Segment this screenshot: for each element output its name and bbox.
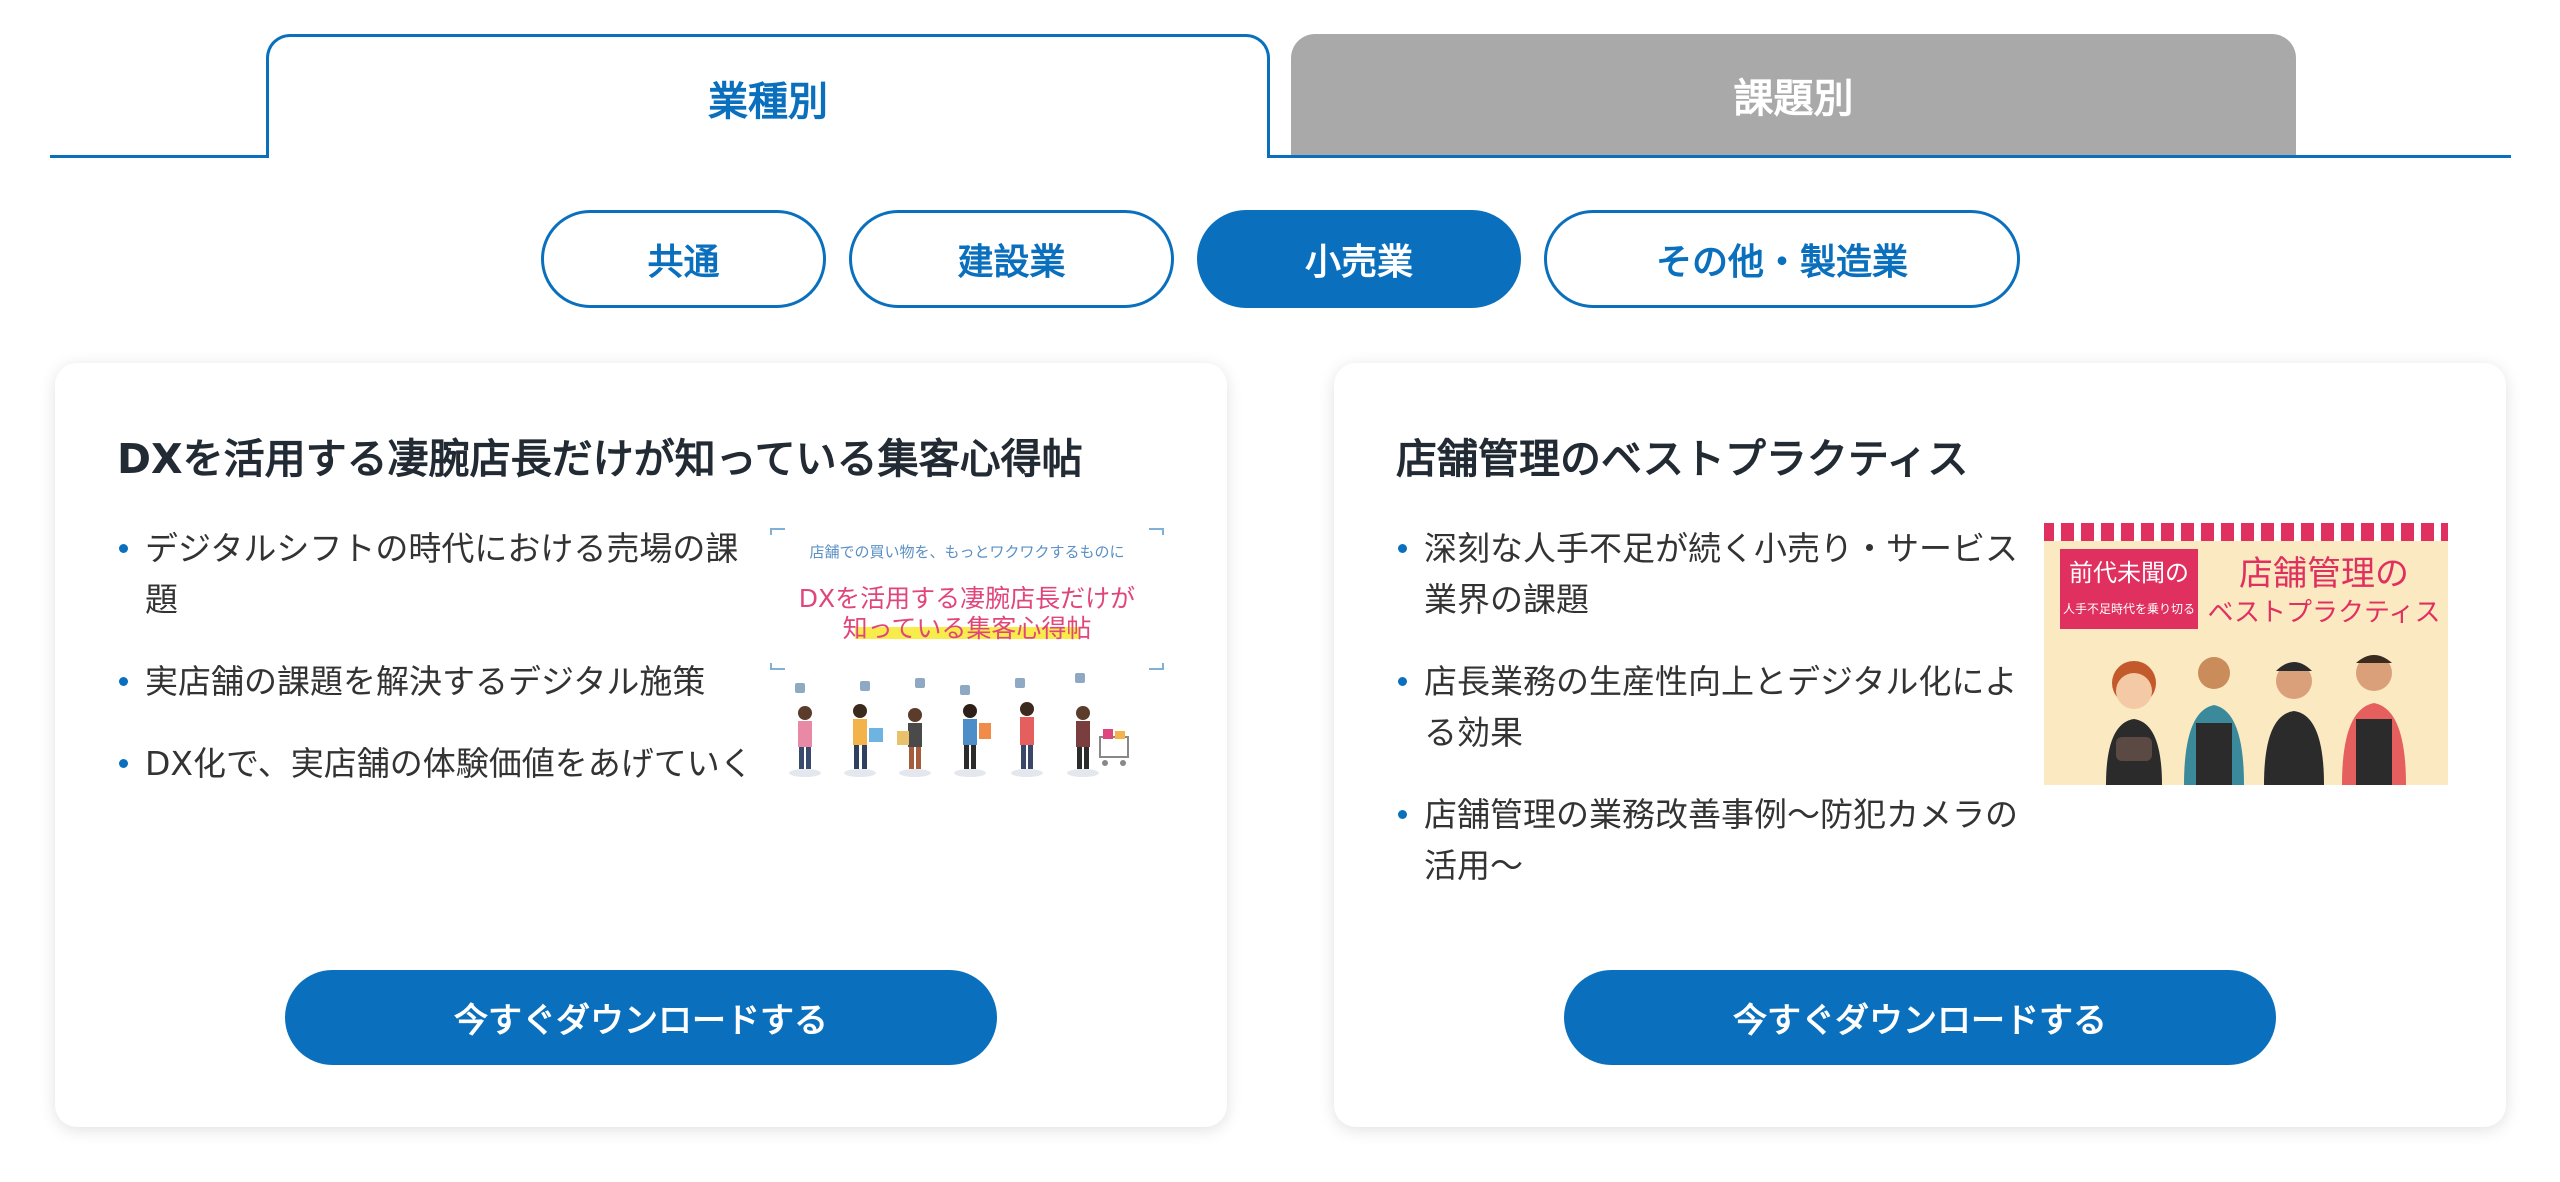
bullet-item: 店長業務の生産性向上とデジタル化による効果 — [1396, 656, 2036, 758]
download-button[interactable]: 今すぐダウンロードする — [285, 970, 997, 1065]
download-button[interactable]: 今すぐダウンロードする — [1564, 970, 2276, 1065]
dx-ebook-thumbnail: 店舗での買い物を、もっとワクワクするものに DXを活用する凄腕店長だけが 知って… — [765, 523, 1169, 785]
card-title: DXを活用する凄腕店長だけが知っている集客心得帖 — [117, 435, 1083, 483]
filter-retail[interactable]: 小売業 — [1197, 210, 1521, 308]
bullet-item: 深刻な人手不足が続く小売り・サービス業界の課題 — [1396, 523, 2036, 625]
tab-by-industry[interactable]: 業種別 — [266, 34, 1270, 158]
filter-construction[interactable]: 建設業 — [849, 210, 1174, 308]
bullet-item: デジタルシフトの時代における売場の課題 — [117, 523, 757, 625]
card-bullets: 深刻な人手不足が続く小売り・サービス業界の課題 店長業務の生産性向上とデジタル化… — [1396, 523, 2036, 922]
bullet-item: DX化で、実店舗の体験価値をあげていく — [117, 738, 757, 789]
thumbnail-badge-bottom: 人手不足時代を乗り切る — [2063, 602, 2195, 616]
thumbnail-tagline: 店舗での買い物を、もっとワクワクするものに — [809, 543, 1124, 561]
bullet-item: 実店舗の課題を解決するデジタル施策 — [117, 656, 757, 707]
store-management-thumbnail: 前代未聞の 人手不足時代を乗り切る 店舗管理の ベストプラクティス — [2044, 523, 2448, 785]
card-bullets: デジタルシフトの時代における売場の課題 実店舗の課題を解決するデジタル施策 DX… — [117, 523, 757, 820]
thumbnail-title-line1: DXを活用する凄腕店長だけが — [799, 584, 1135, 613]
thumbnail-badge-top: 前代未聞の — [2069, 559, 2189, 587]
bullet-item: 店舗管理の業務改善事例〜防犯カメラの活用〜 — [1396, 789, 2036, 891]
filter-common[interactable]: 共通 — [541, 210, 826, 308]
resource-card-store-management: 店舗管理のベストプラクティス 深刻な人手不足が続く小売り・サービス業界の課題 店… — [1334, 363, 2506, 1127]
thumbnail-title-line1: 店舗管理の — [2239, 554, 2409, 594]
resource-card-dx: DXを活用する凄腕店長だけが知っている集客心得帖 デジタルシフトの時代における売… — [55, 363, 1227, 1127]
filter-other-manufacturing[interactable]: その他・製造業 — [1544, 210, 2020, 308]
thumbnail-title-line2: ベストプラクティス — [2208, 598, 2441, 628]
tab-by-issue[interactable]: 課題別 — [1291, 34, 2296, 155]
industry-filter: 共通 建設業 小売業 その他・製造業 — [0, 210, 2560, 308]
card-title: 店舗管理のベストプラクティス — [1396, 435, 1969, 483]
thumbnail-title-line2: 知っている集客心得帖 — [843, 614, 1092, 643]
awning-stripes — [2044, 523, 2448, 541]
